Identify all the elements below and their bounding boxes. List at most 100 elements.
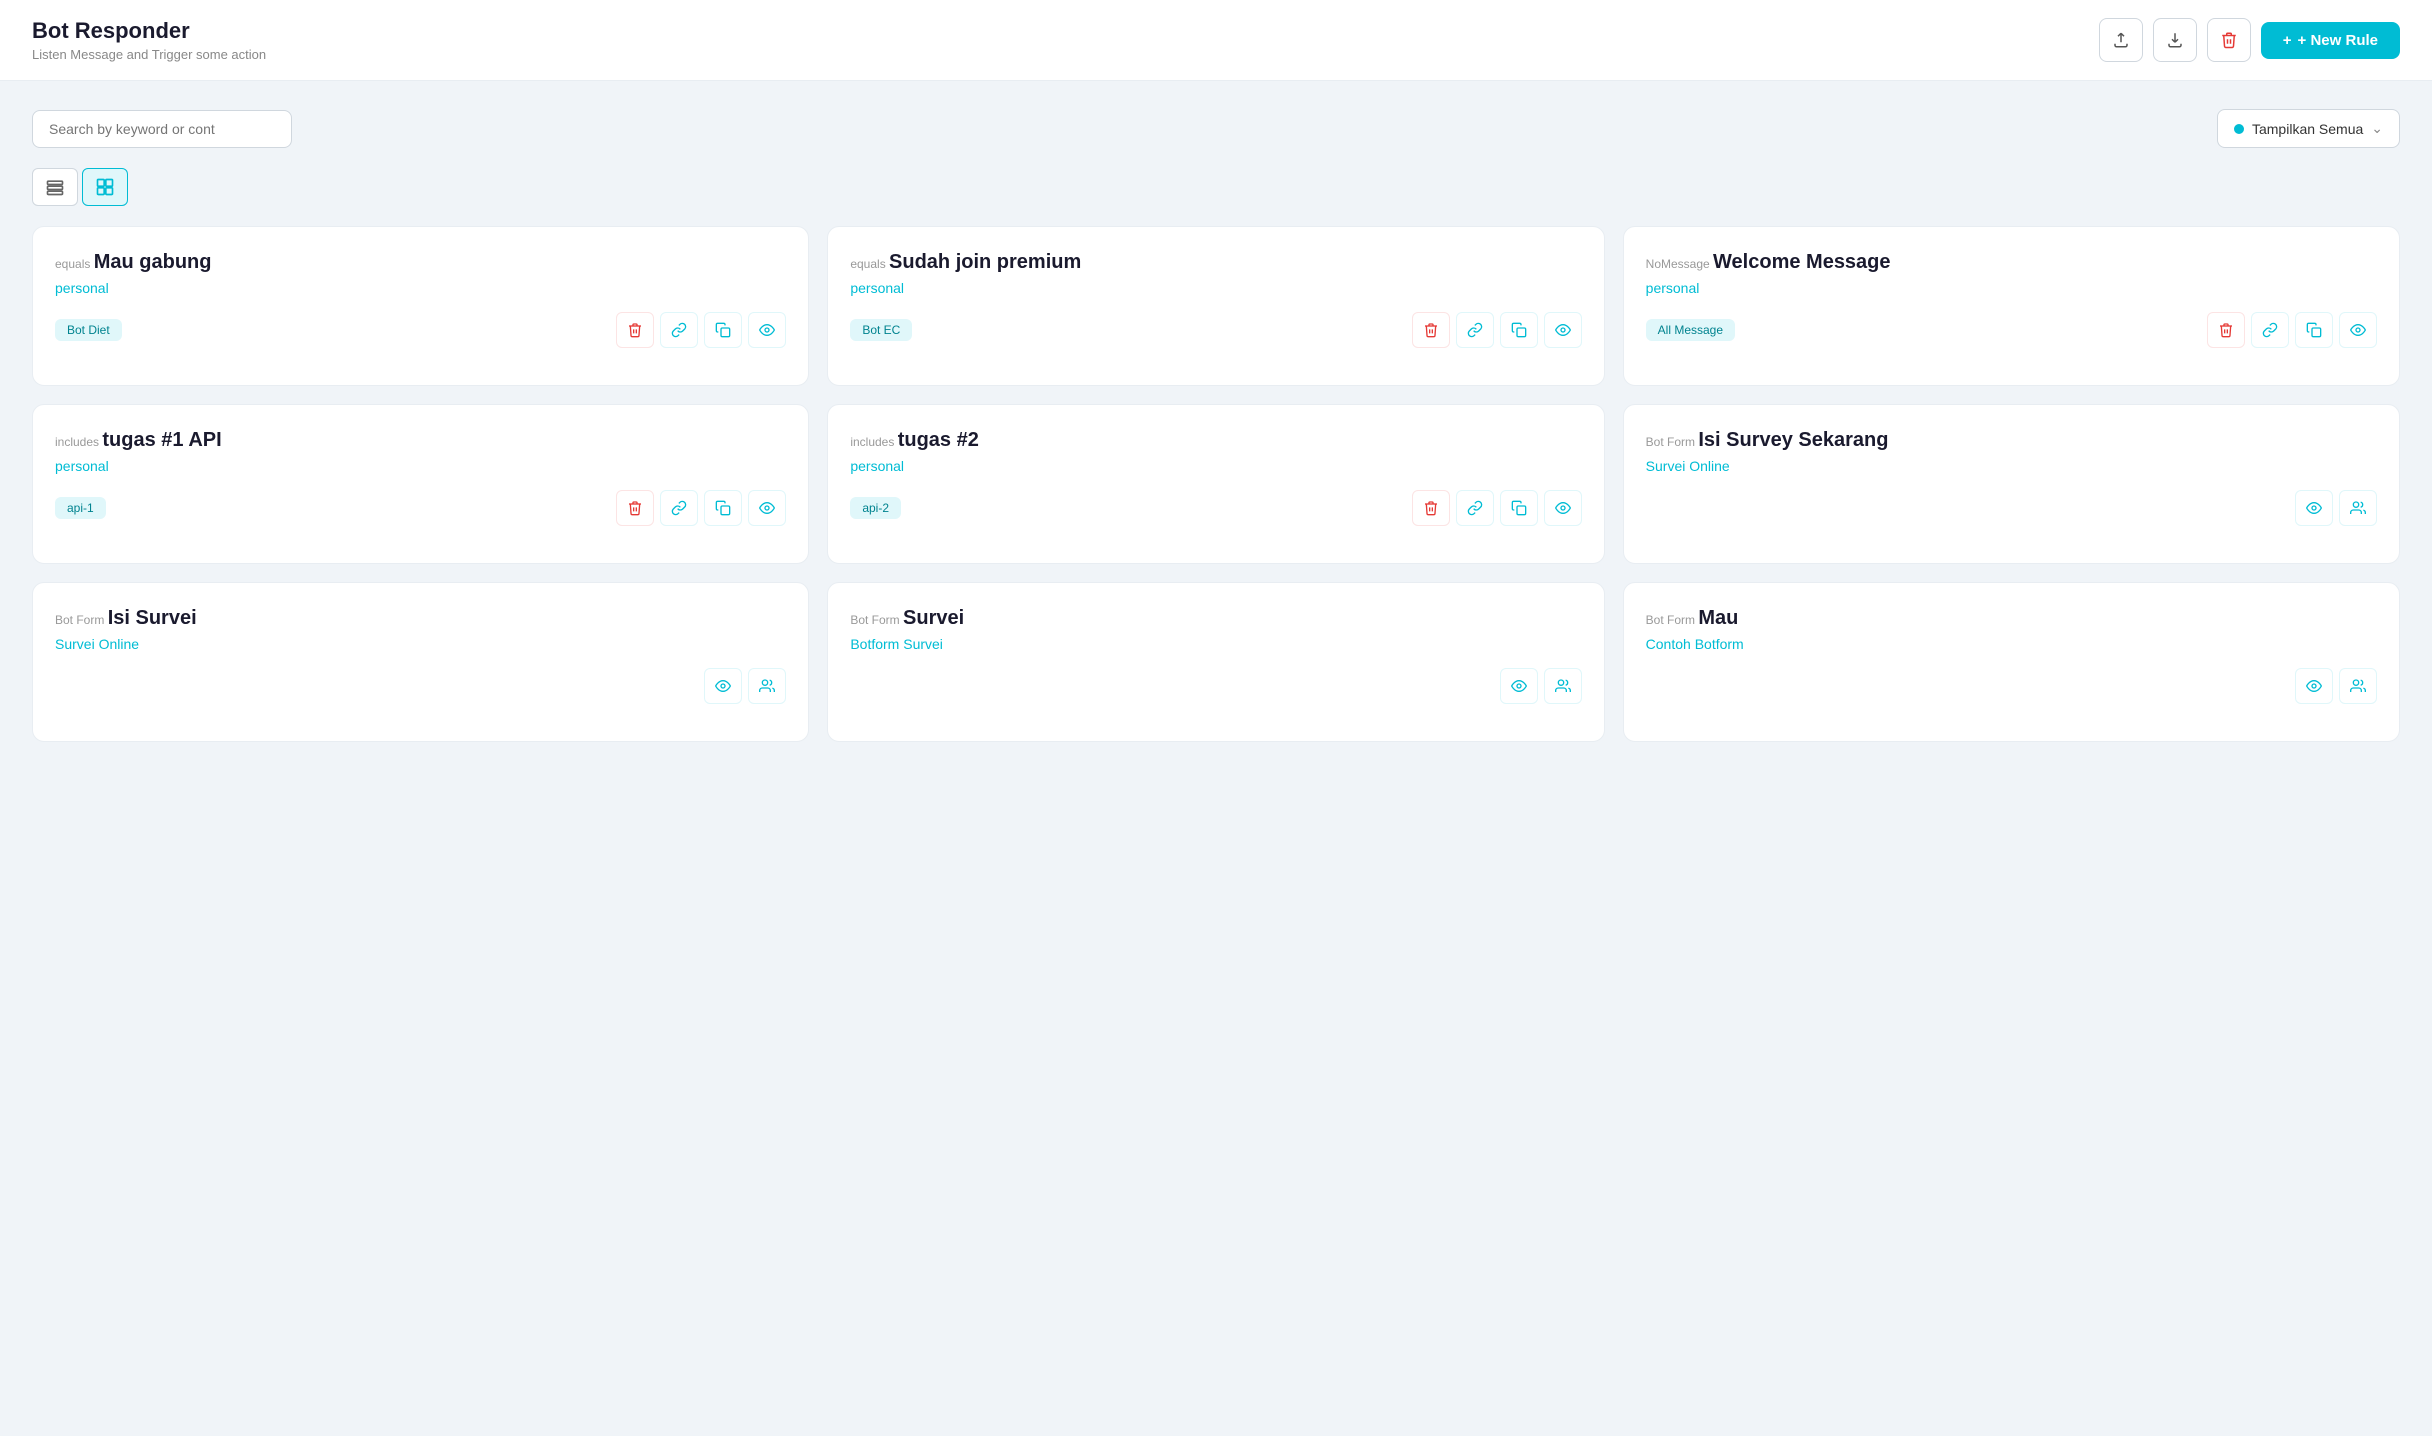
export-button[interactable]: [2099, 18, 2143, 62]
filter-dot: [2234, 124, 2244, 134]
users-button[interactable]: [748, 668, 786, 704]
page-subtitle: Listen Message and Trigger some action: [32, 47, 266, 62]
card-tag: Bot EC: [850, 319, 912, 341]
card-actions: [704, 668, 786, 704]
view-button[interactable]: [748, 490, 786, 526]
card: includes tugas #2 personal api-2: [827, 404, 1604, 564]
header-left: Bot Responder Listen Message and Trigger…: [32, 18, 266, 62]
view-button[interactable]: [2339, 312, 2377, 348]
card-tag: api-1: [55, 497, 106, 519]
new-rule-button[interactable]: + + New Rule: [2261, 22, 2400, 59]
card-heading: Bot Form Isi Survei: [55, 607, 786, 630]
card-type: includes: [850, 435, 897, 449]
link-button[interactable]: [1456, 490, 1494, 526]
card-footer: [850, 668, 1581, 704]
link-button[interactable]: [660, 312, 698, 348]
card-footer: api-1: [55, 490, 786, 526]
card-actions: [1500, 668, 1582, 704]
download-button[interactable]: [2153, 18, 2197, 62]
users-button[interactable]: [2339, 490, 2377, 526]
card-type: Bot Form: [850, 613, 903, 627]
new-rule-label: + New Rule: [2298, 32, 2378, 49]
card-actions: [1412, 312, 1582, 348]
view-button[interactable]: [704, 668, 742, 704]
header: Bot Responder Listen Message and Trigger…: [0, 0, 2432, 81]
card-tag: api-2: [850, 497, 901, 519]
page-title: Bot Responder: [32, 18, 266, 44]
delete-button[interactable]: [2207, 312, 2245, 348]
card-link[interactable]: personal: [55, 280, 786, 296]
card: includes tugas #1 API personal api-1: [32, 404, 809, 564]
header-actions: + + New Rule: [2099, 18, 2400, 62]
delete-button[interactable]: [616, 312, 654, 348]
toolbar: Tampilkan Semua ⌄: [32, 109, 2400, 148]
copy-button[interactable]: [2295, 312, 2333, 348]
view-button[interactable]: [1544, 312, 1582, 348]
card-title: tugas #2: [898, 429, 979, 451]
card-type: Bot Form: [1646, 613, 1699, 627]
card-heading: includes tugas #2: [850, 429, 1581, 452]
card-footer: Bot EC: [850, 312, 1581, 348]
card-link[interactable]: personal: [55, 458, 786, 474]
card-type: Bot Form: [55, 613, 108, 627]
card-type: includes: [55, 435, 102, 449]
card-heading: equals Sudah join premium: [850, 251, 1581, 274]
card-actions: [1412, 490, 1582, 526]
card-link[interactable]: Survei Online: [55, 636, 786, 652]
card-link[interactable]: Contoh Botform: [1646, 636, 2377, 652]
view-button[interactable]: [2295, 490, 2333, 526]
users-button[interactable]: [2339, 668, 2377, 704]
link-button[interactable]: [1456, 312, 1494, 348]
card-heading: NoMessage Welcome Message: [1646, 251, 2377, 274]
view-button[interactable]: [748, 312, 786, 348]
link-button[interactable]: [2251, 312, 2289, 348]
card-heading: Bot Form Isi Survey Sekarang: [1646, 429, 2377, 452]
card-link[interactable]: Botform Survei: [850, 636, 1581, 652]
card-heading: Bot Form Mau: [1646, 607, 2377, 630]
card-title: Survei: [903, 607, 964, 629]
copy-button[interactable]: [704, 312, 742, 348]
card-heading: includes tugas #1 API: [55, 429, 786, 452]
link-button[interactable]: [660, 490, 698, 526]
filter-label: Tampilkan Semua: [2252, 121, 2363, 137]
card-title: Sudah join premium: [889, 251, 1081, 273]
card-link[interactable]: personal: [850, 458, 1581, 474]
card-title: tugas #1 API: [102, 429, 221, 451]
card-title: Isi Survey Sekarang: [1698, 429, 1888, 451]
card-link[interactable]: personal: [850, 280, 1581, 296]
delete-button[interactable]: [1412, 490, 1450, 526]
card-title: Mau gabung: [94, 251, 212, 273]
card-title: Isi Survei: [108, 607, 197, 629]
card-footer: All Message: [1646, 312, 2377, 348]
bulk-delete-button[interactable]: [2207, 18, 2251, 62]
grid-view-button[interactable]: [82, 168, 128, 206]
card-footer: [1646, 490, 2377, 526]
search-input[interactable]: [32, 110, 292, 148]
card-link[interactable]: Survei Online: [1646, 458, 2377, 474]
chevron-down-icon: ⌄: [2371, 120, 2383, 137]
view-button[interactable]: [2295, 668, 2333, 704]
card-tag: All Message: [1646, 319, 1735, 341]
card-tag: Bot Diet: [55, 319, 122, 341]
card-link[interactable]: personal: [1646, 280, 2377, 296]
cards-grid: equals Mau gabung personal Bot Diet equa…: [32, 226, 2400, 742]
card: Bot Form Mau Contoh Botform: [1623, 582, 2400, 742]
copy-button[interactable]: [704, 490, 742, 526]
card: NoMessage Welcome Message personal All M…: [1623, 226, 2400, 386]
users-button[interactable]: [1544, 668, 1582, 704]
delete-button[interactable]: [616, 490, 654, 526]
card-type: equals: [850, 257, 889, 271]
copy-button[interactable]: [1500, 312, 1538, 348]
card: equals Sudah join premium personal Bot E…: [827, 226, 1604, 386]
view-button[interactable]: [1500, 668, 1538, 704]
card-footer: Bot Diet: [55, 312, 786, 348]
delete-button[interactable]: [1412, 312, 1450, 348]
view-toggle: [32, 168, 2400, 206]
card-title: Welcome Message: [1713, 251, 1891, 273]
list-view-button[interactable]: [32, 168, 78, 206]
card-type: equals: [55, 257, 94, 271]
filter-dropdown[interactable]: Tampilkan Semua ⌄: [2217, 109, 2400, 148]
copy-button[interactable]: [1500, 490, 1538, 526]
view-button[interactable]: [1544, 490, 1582, 526]
card-title: Mau: [1698, 607, 1738, 629]
